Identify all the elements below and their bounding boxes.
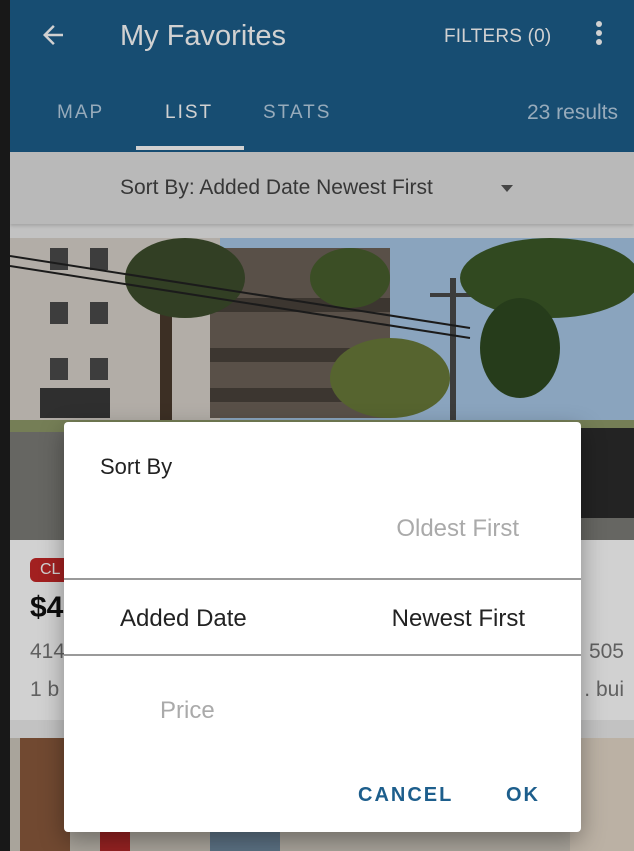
sort-dialog: Sort By Oldest First Added Date Newest F… (64, 422, 581, 832)
picker-divider-top (64, 578, 581, 580)
ok-button[interactable]: OK (506, 780, 540, 810)
picker-divider-bottom (64, 654, 581, 656)
picker-option-price[interactable]: Price (160, 694, 215, 728)
picker-selected-order[interactable]: Newest First (392, 602, 525, 636)
cancel-button[interactable]: CANCEL (358, 780, 453, 810)
picker-option-oldest-first[interactable]: Oldest First (396, 512, 519, 546)
picker-selected-field[interactable]: Added Date (120, 602, 247, 636)
dialog-title: Sort By (100, 454, 173, 479)
